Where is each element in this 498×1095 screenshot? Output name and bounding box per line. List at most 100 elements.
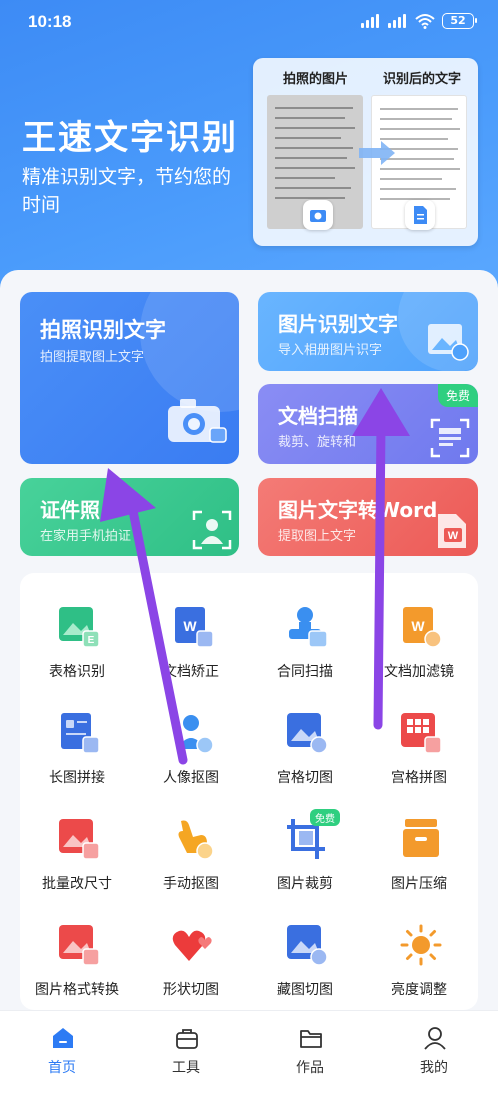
tool-table-recognition[interactable]: E 表格识别	[20, 595, 134, 695]
signal-icon	[388, 14, 408, 28]
wifi-icon	[415, 14, 435, 29]
shape-cut-icon	[172, 930, 212, 961]
contract-scan-icon	[289, 607, 328, 648]
document-filter-icon: W	[403, 607, 442, 648]
nav-profile[interactable]: 我的	[372, 1011, 496, 1095]
home-icon	[53, 1028, 73, 1048]
manual-cutout-icon	[178, 820, 214, 860]
brightness-icon	[400, 924, 442, 966]
status-bar: 10:18 52	[0, 0, 498, 44]
portrait-cutout-icon	[177, 715, 214, 754]
table-recognition-icon: E	[59, 607, 100, 648]
id-photo-card[interactable]: 证件照 在家用手机拍证	[20, 478, 239, 556]
tool-label: 人像抠图	[163, 770, 219, 786]
tool-label: 长图拼接	[49, 770, 105, 786]
tool-grid-puzzle[interactable]: 宫格拼图	[362, 701, 476, 801]
tool-label: 手动抠图	[163, 876, 219, 892]
tool-format-convert[interactable]: 图片格式转换	[20, 913, 134, 1013]
tool-label: 形状切图	[163, 982, 219, 998]
free-badge: 免费	[437, 384, 478, 407]
tool-shape-cut[interactable]: 形状切图	[134, 913, 248, 1013]
svg-text:W: W	[448, 530, 459, 542]
toolbox-icon	[176, 1029, 198, 1049]
word-document-icon: W	[438, 514, 466, 548]
image-icon	[428, 324, 469, 361]
app-subtitle: 精准识别文字，节约您的时间	[22, 166, 232, 216]
tool-hidden-image-cut[interactable]: 藏图切图	[248, 913, 362, 1013]
nav-works[interactable]: 作品	[248, 1011, 372, 1095]
tool-batch-resize[interactable]: 批量改尺寸	[20, 807, 134, 907]
grid-cut-icon	[287, 713, 328, 754]
nav-tools[interactable]: 工具	[124, 1011, 248, 1095]
feature-title: 图片识别文字	[278, 312, 398, 336]
tool-label: 文档加滤镜	[384, 664, 454, 680]
tool-label: 宫格拼图	[391, 770, 447, 786]
nav-label: 作品	[296, 1060, 324, 1076]
app-title: 王速文字识别	[22, 118, 238, 158]
hidden-image-cut-icon	[287, 925, 328, 966]
image-to-word-card[interactable]: 图片文字转Word 提取图上文字 W	[258, 478, 478, 556]
tool-label: 图片格式转换	[35, 982, 119, 998]
nav-home[interactable]: 首页	[0, 1011, 124, 1095]
feature-subtitle: 提取图上文字	[278, 529, 357, 544]
feature-subtitle: 导入相册图片识字	[278, 343, 383, 358]
tool-portrait-cutout[interactable]: 人像抠图	[134, 701, 248, 801]
tool-label: 图片压缩	[391, 876, 447, 892]
camera-icon	[168, 399, 227, 443]
tool-grid-cut[interactable]: 宫格切图	[248, 701, 362, 801]
tool-document-correction[interactable]: W 文档矫正	[134, 595, 248, 695]
tool-label: 合同扫描	[277, 664, 333, 680]
scan-icon	[430, 418, 470, 458]
nav-label: 工具	[172, 1060, 200, 1076]
arrow-right-icon	[359, 141, 395, 165]
free-badge: 免费	[310, 809, 340, 826]
nav-label: 首页	[48, 1060, 76, 1076]
compare-left-label: 拍照的图片	[283, 72, 349, 87]
tool-image-crop[interactable]: 免费 图片裁剪	[248, 807, 362, 907]
svg-text:E: E	[88, 635, 95, 646]
bottom-navigation: 首页 工具 作品 我的	[0, 1010, 498, 1095]
document-scan-card[interactable]: 文档扫描 裁剪、旋转和 免费	[258, 384, 478, 464]
signal-icon	[361, 14, 381, 28]
tool-label: 批量改尺寸	[42, 876, 112, 892]
document-badge-icon	[405, 200, 435, 230]
id-photo-icon	[192, 510, 232, 550]
tool-long-image-stitch[interactable]: 长图拼接	[20, 701, 134, 801]
feature-title: 图片文字转Word	[278, 498, 438, 522]
tool-contract-scan[interactable]: 合同扫描	[248, 595, 362, 695]
compare-right-label: 识别后的文字	[383, 72, 462, 87]
feature-title: 证件照	[40, 498, 100, 522]
profile-icon	[424, 1027, 446, 1050]
folder-icon	[300, 1030, 322, 1048]
image-compress-icon	[403, 819, 439, 857]
feature-subtitle: 裁剪、旋转和	[278, 435, 357, 450]
feature-subtitle: 拍图提取图上文字	[40, 350, 145, 365]
tool-label: 文档矫正	[163, 664, 219, 680]
tool-brightness[interactable]: 亮度调整	[362, 913, 476, 1013]
tools-grid: E 表格识别 W 文档矫正 合同扫描 W 文档加滤镜 长图拼接 人像抠图 宫格切…	[20, 573, 478, 1010]
tool-image-compress[interactable]: 图片压缩	[362, 807, 476, 907]
tool-label: 宫格切图	[277, 770, 333, 786]
tool-label: 亮度调整	[391, 982, 447, 998]
before-after-preview: 拍照的图片 识别后的文字	[253, 58, 478, 246]
nav-label: 我的	[420, 1060, 448, 1076]
status-time: 10:18	[28, 12, 72, 31]
battery-icon: 52	[442, 13, 477, 29]
feature-title: 文档扫描	[278, 404, 358, 428]
document-correction-icon: W	[175, 607, 214, 648]
camera-badge-icon	[303, 200, 333, 230]
tool-label: 藏图切图	[277, 982, 333, 998]
photo-text-recognition-card[interactable]: 拍照识别文字 拍图提取图上文字	[20, 292, 239, 464]
grid-puzzle-icon	[401, 713, 442, 754]
tool-document-filter[interactable]: W 文档加滤镜	[362, 595, 476, 695]
tool-manual-cutout[interactable]: 手动抠图	[134, 807, 248, 907]
image-text-recognition-card[interactable]: 图片识别文字 导入相册图片识字	[258, 292, 478, 371]
long-image-stitch-icon	[61, 713, 100, 754]
feature-title: 拍照识别文字	[40, 318, 166, 342]
tool-label: 图片裁剪	[277, 876, 333, 892]
batch-resize-icon	[59, 819, 100, 860]
svg-text:W: W	[183, 618, 197, 634]
feature-subtitle: 在家用手机拍证	[40, 529, 132, 544]
tool-label: 表格识别	[49, 664, 105, 680]
format-convert-icon	[59, 925, 100, 966]
